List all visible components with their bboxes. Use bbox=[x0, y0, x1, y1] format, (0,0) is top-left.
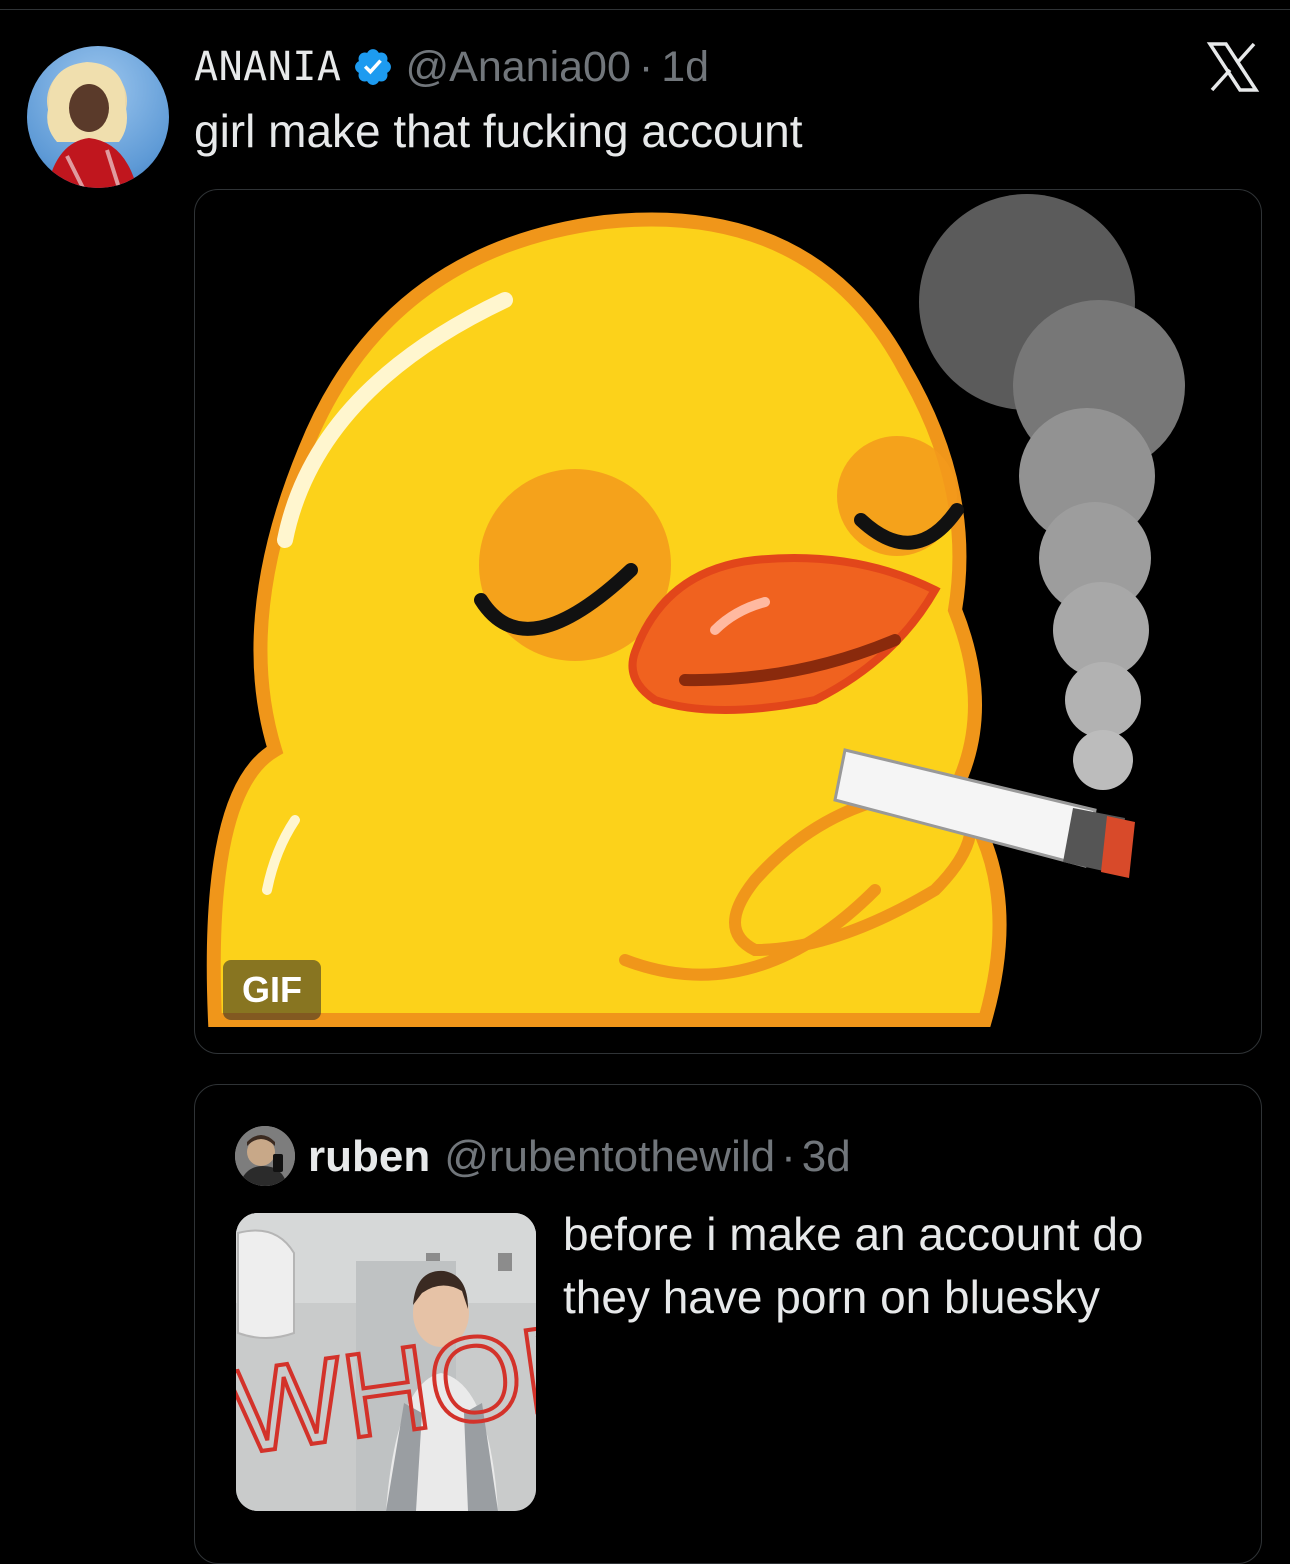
tweet-text: girl make that fucking account bbox=[194, 105, 803, 157]
verified-badge-icon bbox=[352, 46, 394, 88]
quoted-tweet-text: before i make an account do they have po… bbox=[563, 1208, 1144, 1323]
quoted-tweet-thumbnail[interactable]: WHORE bbox=[236, 1213, 536, 1511]
gif-badge: GIF bbox=[223, 960, 321, 1020]
quoted-tweet[interactable]: ruben @rubentothewild · 3d WHORE before … bbox=[194, 1084, 1262, 1564]
quoted-author-display-name[interactable]: ruben bbox=[308, 1132, 430, 1182]
x-logo-icon[interactable] bbox=[1206, 42, 1260, 92]
quoted-tweet-timestamp[interactable]: 3d bbox=[802, 1132, 851, 1182]
tweet-header: ANANIA @Anania00 · 1d bbox=[194, 42, 709, 92]
author-display-name[interactable]: ANANIA bbox=[194, 44, 342, 90]
separator-dot: · bbox=[638, 42, 654, 91]
quoted-author-avatar[interactable] bbox=[235, 1126, 295, 1186]
quoted-author-handle[interactable]: @rubentothewild bbox=[444, 1132, 775, 1182]
separator-dot: · bbox=[781, 1132, 796, 1181]
tweet-timestamp[interactable]: 1d bbox=[661, 43, 709, 92]
author-handle[interactable]: @Anania00 bbox=[406, 43, 631, 92]
gif-media[interactable]: GIF bbox=[194, 189, 1262, 1054]
quoted-tweet-header: ruben @rubentothewild · 3d bbox=[308, 1129, 851, 1185]
author-avatar[interactable] bbox=[27, 46, 169, 188]
top-divider bbox=[0, 9, 1290, 10]
